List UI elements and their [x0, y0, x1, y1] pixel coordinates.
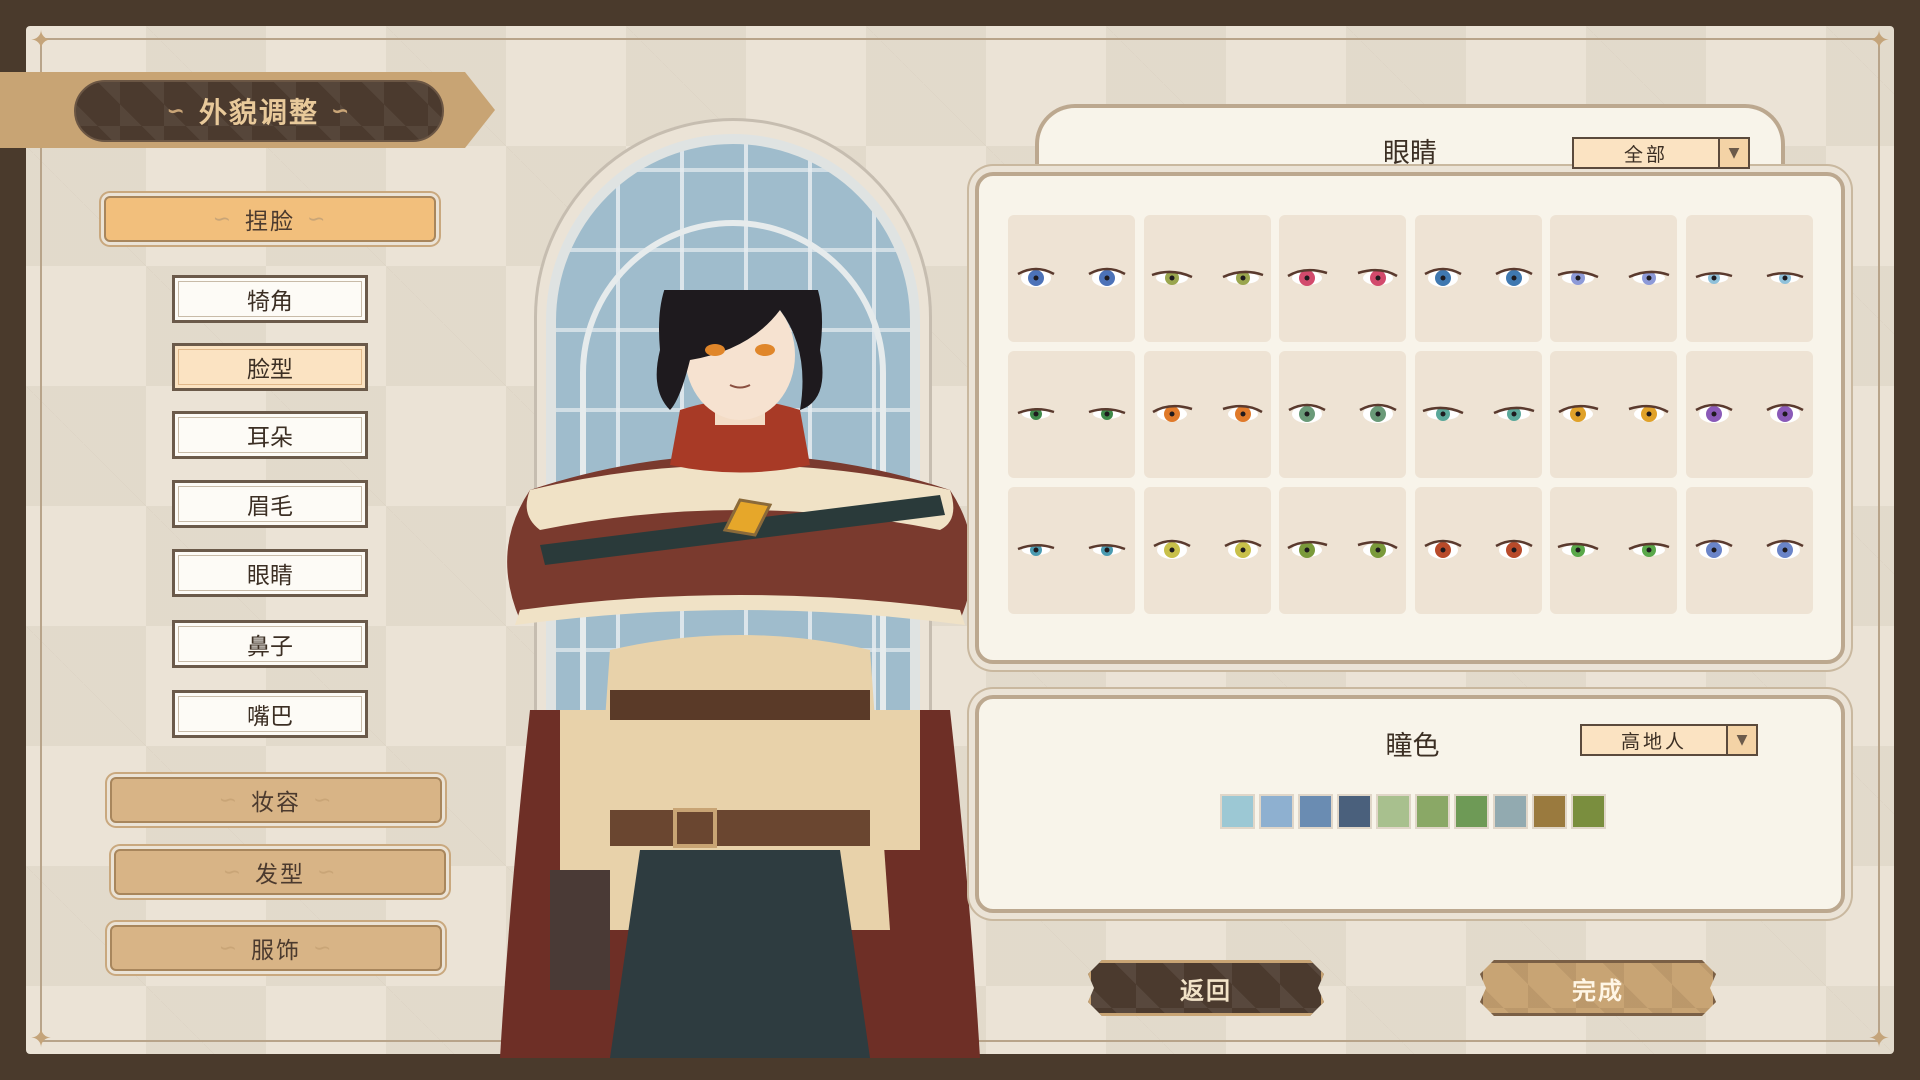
- eye-pair-icon: [1557, 542, 1670, 557]
- category-makeup-button[interactable]: ∽ 妆容 ∽: [110, 777, 442, 823]
- category-clothing-button[interactable]: ∽ 服饰 ∽: [110, 925, 442, 971]
- eye-option[interactable]: [1008, 215, 1135, 342]
- eye-pair-icon: [1287, 540, 1398, 558]
- subitem-label: 眼睛: [247, 563, 293, 589]
- eye-pair-icon: [1152, 539, 1262, 559]
- category-face-button[interactable]: ∽ 捏脸 ∽: [104, 196, 436, 242]
- color-swatch[interactable]: [1337, 794, 1372, 829]
- eye-option[interactable]: [1550, 351, 1677, 478]
- corner-ornament: ✦: [1868, 26, 1890, 56]
- eye-option[interactable]: [1414, 215, 1542, 342]
- back-button[interactable]: 返回: [1088, 960, 1324, 1016]
- eye-pair-icon: [1151, 270, 1263, 285]
- pupil-color-filter-dropdown[interactable]: 高地人 ▼: [1580, 724, 1758, 756]
- swirl-icon: ∽: [166, 98, 187, 124]
- eye-filter-value: 全部: [1623, 143, 1668, 166]
- eye-pair-icon: [1558, 404, 1669, 422]
- subitem-face-shape-button[interactable]: 脸型: [172, 343, 368, 391]
- eye-option[interactable]: [1550, 215, 1677, 342]
- swirl-icon: ∽: [317, 859, 338, 885]
- eye-option[interactable]: [1143, 215, 1271, 342]
- pupil-color-title: 瞳色: [1385, 731, 1440, 762]
- category-makeup-label: 妆容: [251, 790, 301, 816]
- eye-pair-icon: [1423, 267, 1533, 287]
- corner-ornament: ✦: [30, 1024, 52, 1054]
- eye-option[interactable]: [1279, 215, 1406, 342]
- corner-ornament: ✦: [30, 26, 52, 56]
- eye-pair-icon: [1695, 272, 1803, 284]
- eye-option[interactable]: [1685, 351, 1813, 478]
- subitem-eyebrows-button[interactable]: 眉毛: [172, 480, 368, 528]
- category-face-label: 捏脸: [245, 209, 295, 235]
- eye-option[interactable]: [1008, 487, 1135, 614]
- subitem-label: 脸型: [247, 357, 293, 383]
- subitem-mouth-button[interactable]: 嘴巴: [172, 690, 368, 738]
- subitem-eyes-button[interactable]: 眼睛: [172, 549, 368, 597]
- subitem-nose-button[interactable]: 鼻子: [172, 620, 368, 668]
- pupil-color-filter-value: 高地人: [1620, 730, 1687, 753]
- swirl-icon: ∽: [222, 859, 243, 885]
- color-swatch[interactable]: [1532, 794, 1567, 829]
- character-portrait: [500, 290, 980, 1058]
- eye-filter-dropdown[interactable]: 全部 ▼: [1572, 137, 1750, 169]
- color-swatch[interactable]: [1454, 794, 1489, 829]
- swirl-icon: ∽: [313, 787, 334, 813]
- swirl-icon: ∽: [212, 206, 233, 232]
- color-swatch[interactable]: [1220, 794, 1255, 829]
- eye-option[interactable]: [1143, 487, 1271, 614]
- eye-pair-icon: [1287, 268, 1398, 286]
- eye-pair-icon: [1694, 539, 1804, 559]
- subitem-label: 犄角: [247, 289, 293, 315]
- corner-ornament: ✦: [1868, 1024, 1890, 1054]
- color-swatch[interactable]: [1298, 794, 1333, 829]
- page-title-text: 外貌调整: [198, 96, 319, 129]
- swirl-icon: ∽: [218, 935, 239, 961]
- eye-option[interactable]: [1279, 351, 1406, 478]
- eye-option[interactable]: [1008, 351, 1135, 478]
- eye-option[interactable]: [1685, 487, 1813, 614]
- eye-pair-icon: [1557, 270, 1670, 285]
- subitem-horns-button[interactable]: 犄角: [172, 275, 368, 323]
- swirl-icon: ∽: [313, 935, 334, 961]
- eye-pair-icon: [1288, 403, 1397, 423]
- eye-option[interactable]: [1550, 487, 1677, 614]
- color-swatch[interactable]: [1493, 794, 1528, 829]
- subitem-label: 眉毛: [247, 494, 293, 520]
- eye-pair-icon: [1017, 544, 1126, 556]
- color-swatch[interactable]: [1571, 794, 1606, 829]
- category-hair-button[interactable]: ∽ 发型 ∽: [114, 849, 446, 895]
- color-swatch[interactable]: [1259, 794, 1294, 829]
- done-button[interactable]: 完成: [1480, 960, 1716, 1016]
- done-button-label: 完成: [1572, 976, 1624, 1005]
- eye-pair-icon: [1017, 267, 1126, 287]
- chevron-down-icon: ▼: [1718, 139, 1748, 167]
- eye-pair-icon: [1694, 403, 1804, 423]
- eye-option[interactable]: [1414, 487, 1542, 614]
- swirl-icon: ∽: [218, 787, 239, 813]
- eye-pair-icon: [1017, 408, 1126, 420]
- swirl-icon: ∽: [307, 206, 328, 232]
- eye-option[interactable]: [1685, 215, 1813, 342]
- eye-options-grid: [1008, 215, 1813, 615]
- category-hair-label: 发型: [255, 862, 305, 888]
- eye-option[interactable]: [1279, 487, 1406, 614]
- back-button-label: 返回: [1180, 976, 1232, 1005]
- eye-pair-icon: [1151, 404, 1263, 422]
- color-swatch[interactable]: [1376, 794, 1411, 829]
- eye-pair-icon: [1422, 406, 1534, 421]
- subitem-label: 鼻子: [247, 634, 293, 660]
- eye-pair-icon: [1423, 539, 1533, 559]
- page-title: ∽ 外貌调整 ∽: [74, 80, 444, 142]
- swirl-icon: ∽: [331, 98, 352, 124]
- eye-option[interactable]: [1414, 351, 1542, 478]
- color-swatch[interactable]: [1415, 794, 1450, 829]
- subitem-label: 耳朵: [247, 425, 293, 451]
- eye-panel-title: 眼睛: [1383, 138, 1437, 169]
- subitem-ears-button[interactable]: 耳朵: [172, 411, 368, 459]
- eye-option[interactable]: [1143, 351, 1271, 478]
- chevron-down-icon: ▼: [1726, 726, 1756, 754]
- pupil-color-swatches: [1220, 794, 1606, 829]
- category-clothing-label: 服饰: [251, 938, 301, 964]
- subitem-label: 嘴巴: [247, 704, 293, 730]
